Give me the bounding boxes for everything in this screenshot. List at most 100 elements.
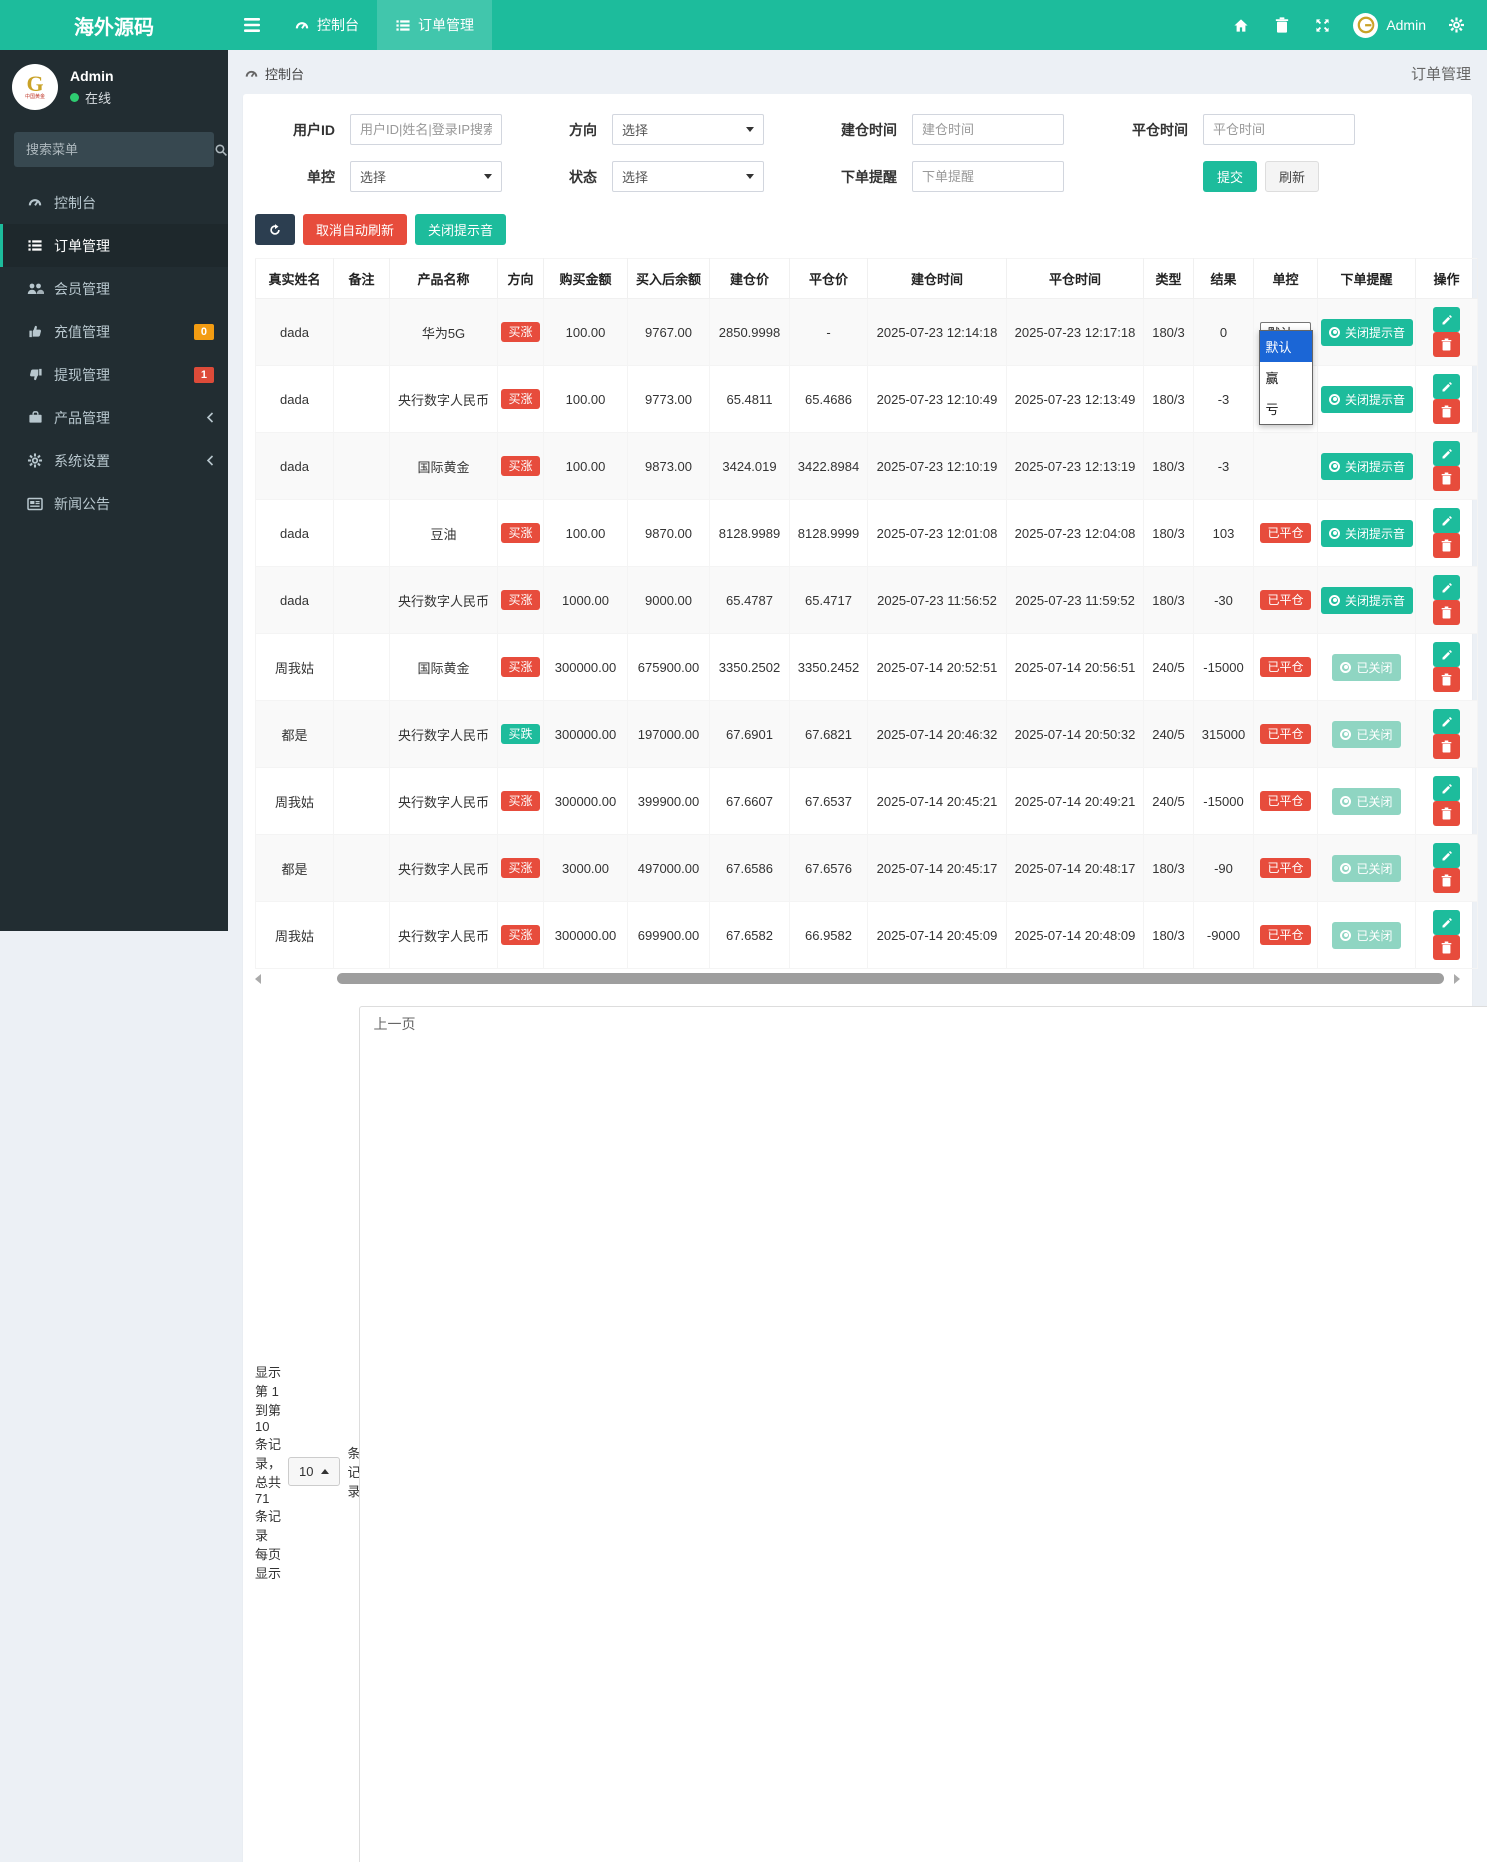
scroll-left-arrow-icon[interactable] [255,974,261,984]
closed-position-badge: 已平仓 [1260,925,1311,945]
scrollbar-thumb[interactable] [337,973,1444,984]
cell-real-name: 都是 [255,700,334,768]
reminder-button[interactable]: 已关闭 [1332,854,1401,882]
sidebar-item-news[interactable]: 新闻公告 [0,482,228,525]
direction-select[interactable]: 选择 [612,114,764,145]
cell-open-price: 65.4811 [709,365,790,433]
delete-button[interactable] [1433,332,1460,357]
page-size-select[interactable]: 10 [288,1457,341,1486]
cell-reminder: 已关闭 [1317,633,1416,701]
user-id-input[interactable] [350,114,502,145]
sidebar-item-members[interactable]: 会员管理 [0,267,228,310]
column-header: 买入后余额 [627,258,710,299]
dot-circle-icon [1329,460,1340,472]
dot-circle-icon [1340,795,1352,807]
refresh-button[interactable]: 刷新 [1265,161,1320,192]
edit-button[interactable] [1433,575,1460,600]
reminder-button[interactable]: 已关闭 [1332,787,1401,815]
cell-actions [1415,566,1478,634]
search-button[interactable] [214,143,228,157]
pencil-icon [1441,850,1453,862]
delete-button[interactable] [1433,801,1460,826]
cell-balance: 399900.00 [627,767,710,835]
sidebar-item-dashboard[interactable]: 控制台 [0,181,228,224]
cell-direction: 买涨 [497,432,544,500]
cell-amount: 100.00 [543,298,628,366]
cell-amount: 100.00 [543,499,628,567]
close-time-input[interactable] [1203,114,1355,145]
cancel-auto-refresh-button[interactable]: 取消自动刷新 [303,214,408,245]
horizontal-scrollbar[interactable] [255,972,1460,986]
reminder-button[interactable]: 关闭提示音 [1321,519,1414,547]
scroll-right-arrow-icon[interactable] [1454,974,1460,984]
reminder-button[interactable]: 关闭提示音 [1321,318,1414,346]
user-menu[interactable]: Admin [1343,12,1436,38]
dropdown-option[interactable]: 默认 [1259,331,1312,362]
cell-result: -3 [1193,365,1254,433]
control-filter-select[interactable]: 选择 [350,161,502,192]
reminder-input[interactable] [912,161,1064,192]
sidebar-item-withdrawals[interactable]: 提现管理 1 [0,353,228,396]
cell-reminder: 关闭提示音 [1317,432,1416,500]
pencil-icon [1441,515,1453,527]
refresh-table-button[interactable] [255,214,295,245]
dropdown-option[interactable]: 亏 [1260,393,1312,424]
edit-button[interactable] [1433,709,1460,734]
delete-button[interactable] [1433,466,1460,491]
nav-tab-orders[interactable]: 订单管理 [377,0,492,50]
cell-close-price: 65.4686 [789,365,868,433]
edit-button[interactable] [1433,441,1460,466]
reminder-button[interactable]: 关闭提示音 [1321,452,1414,480]
open-time-input[interactable] [912,114,1064,145]
sidebar-item-products[interactable]: 产品管理 [0,396,228,439]
expand-arrows-icon [1315,18,1330,33]
brand-logo[interactable]: 海外源码 [0,0,228,50]
cell-reminder: 已关闭 [1317,834,1416,902]
page-button[interactable]: 上一页 [359,1006,1487,1862]
nav-tab-dashboard[interactable]: 控制台 [276,0,377,50]
status-select[interactable]: 选择 [612,161,764,192]
edit-button[interactable] [1433,642,1460,667]
navbar-avatar [1353,12,1379,38]
edit-button[interactable] [1433,910,1460,935]
settings-button[interactable] [1436,0,1477,50]
edit-button[interactable] [1433,307,1460,332]
edit-button[interactable] [1433,508,1460,533]
cell-note [333,901,390,969]
breadcrumb[interactable]: 控制台 [244,64,304,83]
edit-button[interactable] [1433,776,1460,801]
reminder-button[interactable]: 已关闭 [1332,720,1401,748]
reminder-button[interactable]: 关闭提示音 [1321,586,1414,614]
delete-button[interactable] [1433,533,1460,558]
submit-button[interactable]: 提交 [1203,161,1258,192]
sidebar-toggle-button[interactable] [228,0,276,50]
search-icon [214,143,228,157]
delete-button[interactable] [1433,600,1460,625]
delete-button[interactable] [1433,868,1460,893]
cell-control: 已平仓 [1253,901,1318,969]
cell-result: -15000 [1193,767,1254,835]
dropdown-option[interactable]: 赢 [1260,362,1312,393]
reminder-button[interactable]: 已关闭 [1332,653,1401,681]
home-button[interactable] [1220,0,1261,50]
edit-button[interactable] [1433,843,1460,868]
cell-open-time: 2025-07-14 20:45:21 [867,767,1007,835]
cell-balance: 675900.00 [627,633,710,701]
delete-button[interactable] [1433,734,1460,759]
delete-button[interactable] [1433,935,1460,960]
delete-button[interactable] [1433,399,1460,424]
clear-cache-button[interactable] [1261,0,1302,50]
edit-button[interactable] [1433,374,1460,399]
sidebar-item-settings[interactable]: 系统设置 [0,439,228,482]
pencil-icon [1441,448,1453,460]
mute-all-button[interactable]: 关闭提示音 [415,214,507,245]
reminder-button[interactable]: 关闭提示音 [1321,385,1414,413]
reminder-button[interactable]: 已关闭 [1332,921,1401,949]
cell-control: 已平仓 [1253,499,1318,567]
sidebar-search-input[interactable] [14,142,214,157]
cell-reminder: 关闭提示音 [1317,365,1416,433]
fullscreen-button[interactable] [1302,0,1343,50]
sidebar-item-deposits[interactable]: 充值管理 0 [0,310,228,353]
delete-button[interactable] [1433,667,1460,692]
sidebar-item-orders[interactable]: 订单管理 [0,224,228,267]
